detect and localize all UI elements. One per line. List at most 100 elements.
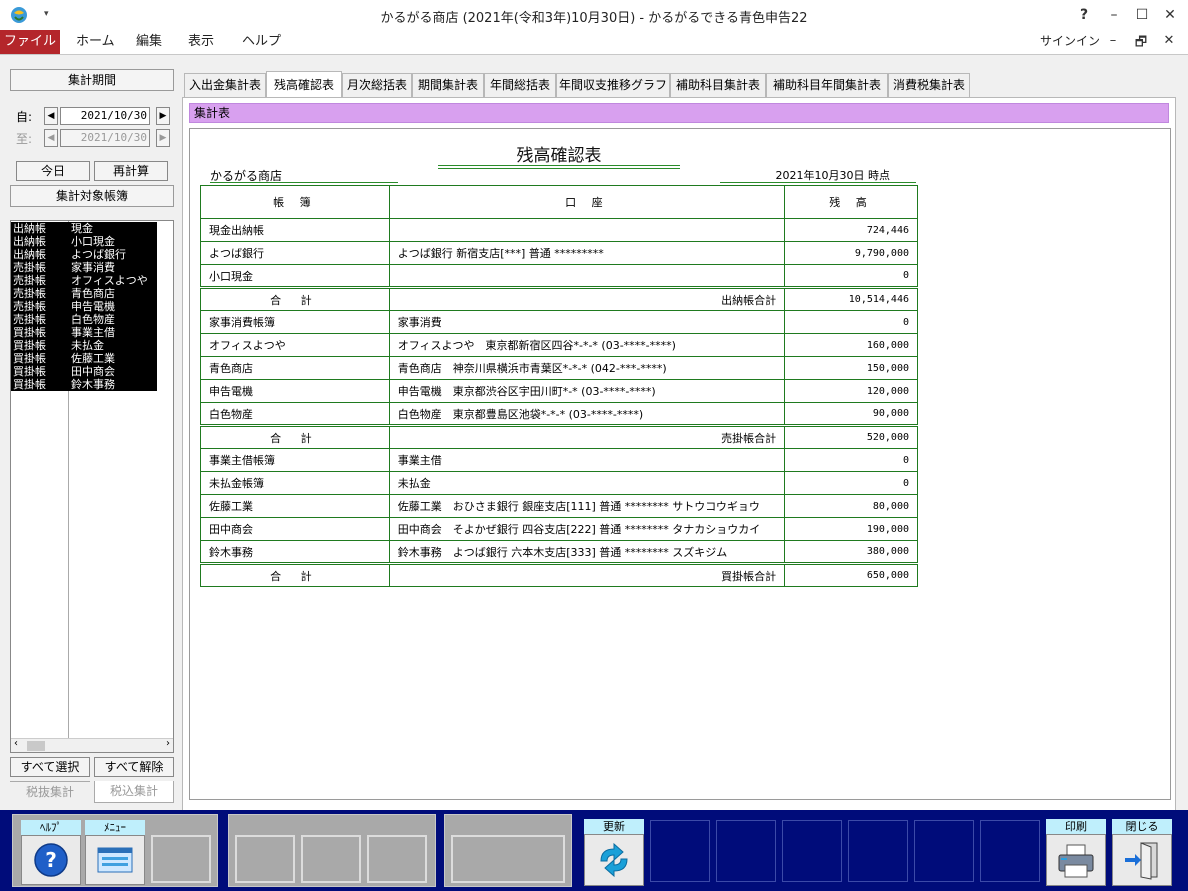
to-prev-icon[interactable]: ◀	[44, 129, 58, 147]
to-date-row: 至: ◀ 2021/10/30 ▶	[10, 129, 174, 147]
from-date-input[interactable]: 2021/10/30	[60, 107, 150, 125]
ledger-name: 事業主借	[71, 326, 115, 339]
mdi-close-button[interactable]: ✕	[1160, 33, 1178, 48]
list-item[interactable]: 出納帳 よつば銀行	[11, 248, 157, 261]
header-balance: 残 高	[784, 185, 918, 219]
close-window-button[interactable]	[1112, 834, 1172, 886]
to-next-icon[interactable]: ▶	[156, 129, 170, 147]
select-all-button[interactable]: すべて選択	[10, 757, 90, 777]
mdi-minimize-button[interactable]: –	[1104, 33, 1122, 48]
recalc-button[interactable]: 再計算	[94, 161, 168, 181]
workspace: 集計期間 自: ◀ 2021/10/30 ▶ 至: ◀ 2021/10/30 ▶…	[0, 54, 1188, 811]
account-cell	[388, 218, 786, 242]
ledger-cell: 合 計	[200, 286, 390, 311]
list-horizontal-scrollbar[interactable]: ‹ ›	[11, 738, 173, 752]
ledger-list[interactable]: 出納帳 現金 出納帳 小口現金 出納帳 よつば銀行 売掛帳 家事消費 売掛帳 オフィスよつや 売掛帳…	[10, 220, 174, 753]
list-item[interactable]: 買掛帳 未払金	[11, 339, 157, 352]
table-header-row: 帳 簿 口 座 残 高	[200, 185, 918, 219]
title-underline-2	[438, 168, 680, 169]
balance-cell: 0	[784, 471, 918, 495]
total-row: 合 計出納帳合計 10,514,446	[200, 286, 918, 311]
tab-sub-account-annual[interactable]: 補助科目年間集計表	[766, 73, 888, 97]
from-date-row: 自: ◀ 2021/10/30 ▶	[10, 107, 174, 125]
empty-slot	[848, 820, 908, 882]
list-item[interactable]: 売掛帳 青色商店	[11, 287, 157, 300]
table-row: 鈴木事務 鈴木事務 よつば銀行 六本木支店[333] 普通 ******** スズ…	[200, 540, 918, 564]
ledger-type: 売掛帳	[13, 313, 46, 326]
close-label: 閉じる	[1112, 819, 1172, 835]
tab-annual-summary[interactable]: 年間総括表	[484, 73, 556, 97]
ledger-type: 売掛帳	[13, 300, 46, 313]
empty-slot	[716, 820, 776, 882]
menu-edit[interactable]: 編集	[122, 30, 176, 54]
balance-cell: 10,514,446	[784, 286, 918, 311]
as-of-date: 2021年10月30日 時点	[720, 167, 916, 183]
ledgers-header: 集計対象帳簿	[10, 185, 174, 207]
deselect-all-button[interactable]: すべて解除	[94, 757, 174, 777]
ledger-name: 未払金	[71, 339, 104, 352]
from-next-icon[interactable]: ▶	[156, 107, 170, 125]
help-label: ﾍﾙﾌﾟ	[21, 820, 81, 836]
menu-home[interactable]: ホーム	[62, 30, 129, 54]
ledger-type: 売掛帳	[13, 261, 46, 274]
empty-slot	[782, 820, 842, 882]
from-label: 自:	[16, 110, 33, 124]
help-icon[interactable]: ?	[1074, 5, 1094, 25]
tax-excl-tab[interactable]: 税抜集計	[10, 781, 90, 803]
empty-slot	[151, 835, 211, 883]
scroll-right-icon[interactable]: ›	[166, 738, 170, 749]
exit-door-icon	[1125, 842, 1158, 880]
ledger-type: 売掛帳	[13, 287, 46, 300]
ledger-type: 出納帳	[13, 222, 46, 235]
tab-consumption-tax[interactable]: 消費税集計表	[888, 73, 970, 97]
ledger-type: 出納帳	[13, 235, 46, 248]
refresh-button[interactable]	[584, 834, 644, 886]
tab-balance-check[interactable]: 残高確認表	[266, 71, 342, 97]
balance-cell: 120,000	[784, 379, 918, 403]
list-item[interactable]: 買掛帳 事業主借	[11, 326, 157, 339]
maximize-button[interactable]: ☐	[1132, 5, 1152, 25]
tax-incl-tab[interactable]: 税込集計	[94, 781, 174, 803]
list-item[interactable]: 買掛帳 佐藤工業	[11, 352, 157, 365]
account-cell: 鈴木事務 よつば銀行 六本木支店[333] 普通 ******** スズキジム	[388, 540, 786, 564]
mdi-restore-button[interactable]: 🗗	[1132, 33, 1150, 55]
list-item[interactable]: 売掛帳 申告電機	[11, 300, 157, 313]
table-row: 事業主借帳簿 事業主借 0	[200, 448, 918, 472]
menu-view[interactable]: 表示	[174, 30, 228, 54]
signin-link[interactable]: サインイン	[1040, 32, 1100, 49]
scroll-thumb[interactable]	[27, 741, 45, 751]
print-button[interactable]	[1046, 834, 1106, 886]
list-item[interactable]: 買掛帳 田中商会	[11, 365, 157, 378]
menu-file[interactable]: ファイル	[0, 30, 60, 54]
table-row: 佐藤工業 佐藤工業 おひさま銀行 銀座支店[111] 普通 ******** サト…	[200, 494, 918, 518]
list-item[interactable]: 売掛帳 白色物産	[11, 313, 157, 326]
tab-period-summary[interactable]: 期間集計表	[412, 73, 484, 97]
ledger-type: 買掛帳	[13, 339, 46, 352]
scroll-left-icon[interactable]: ‹	[14, 738, 18, 749]
ledger-cell: 合 計	[200, 424, 390, 449]
tab-annual-trend-graph[interactable]: 年間収支推移グラフ	[556, 73, 670, 97]
tab-sub-account-summary[interactable]: 補助科目集計表	[670, 73, 766, 97]
help-button[interactable]: ?	[21, 835, 81, 885]
list-item[interactable]: 買掛帳 鈴木事務	[11, 378, 157, 391]
window-title: かるがる商店 (2021年(令和3年)10月30日) - かるがるできる青色申告…	[380, 11, 808, 26]
tab-monthly-summary[interactable]: 月次総括表	[342, 73, 412, 97]
close-button[interactable]: ✕	[1160, 5, 1180, 25]
list-item[interactable]: 出納帳 現金	[11, 222, 157, 235]
table-row: オフィスよつや オフィスよつや 東京都新宿区四谷*-*-* (03-****-**…	[200, 333, 918, 357]
from-prev-icon[interactable]: ◀	[44, 107, 58, 125]
list-item[interactable]: 売掛帳 家事消費	[11, 261, 157, 274]
to-date-input[interactable]: 2021/10/30	[60, 129, 150, 147]
menu-help[interactable]: ヘルプ	[228, 30, 295, 54]
today-button[interactable]: 今日	[16, 161, 90, 181]
tab-cash-summary[interactable]: 入出金集計表	[184, 73, 266, 97]
table-row: 青色商店 青色商店 神奈川県横浜市青葉区*-*-* (042-***-****) 1…	[200, 356, 918, 380]
minimize-button[interactable]: –	[1104, 5, 1124, 25]
question-icon: ?	[34, 843, 68, 877]
menu-button[interactable]	[85, 835, 145, 885]
menu-label: ﾒﾆｭｰ	[85, 820, 145, 836]
list-item[interactable]: 売掛帳 オフィスよつや	[11, 274, 157, 287]
list-item[interactable]: 出納帳 小口現金	[11, 235, 157, 248]
ledger-cell: 青色商店	[200, 356, 390, 380]
empty-slot	[235, 835, 295, 883]
